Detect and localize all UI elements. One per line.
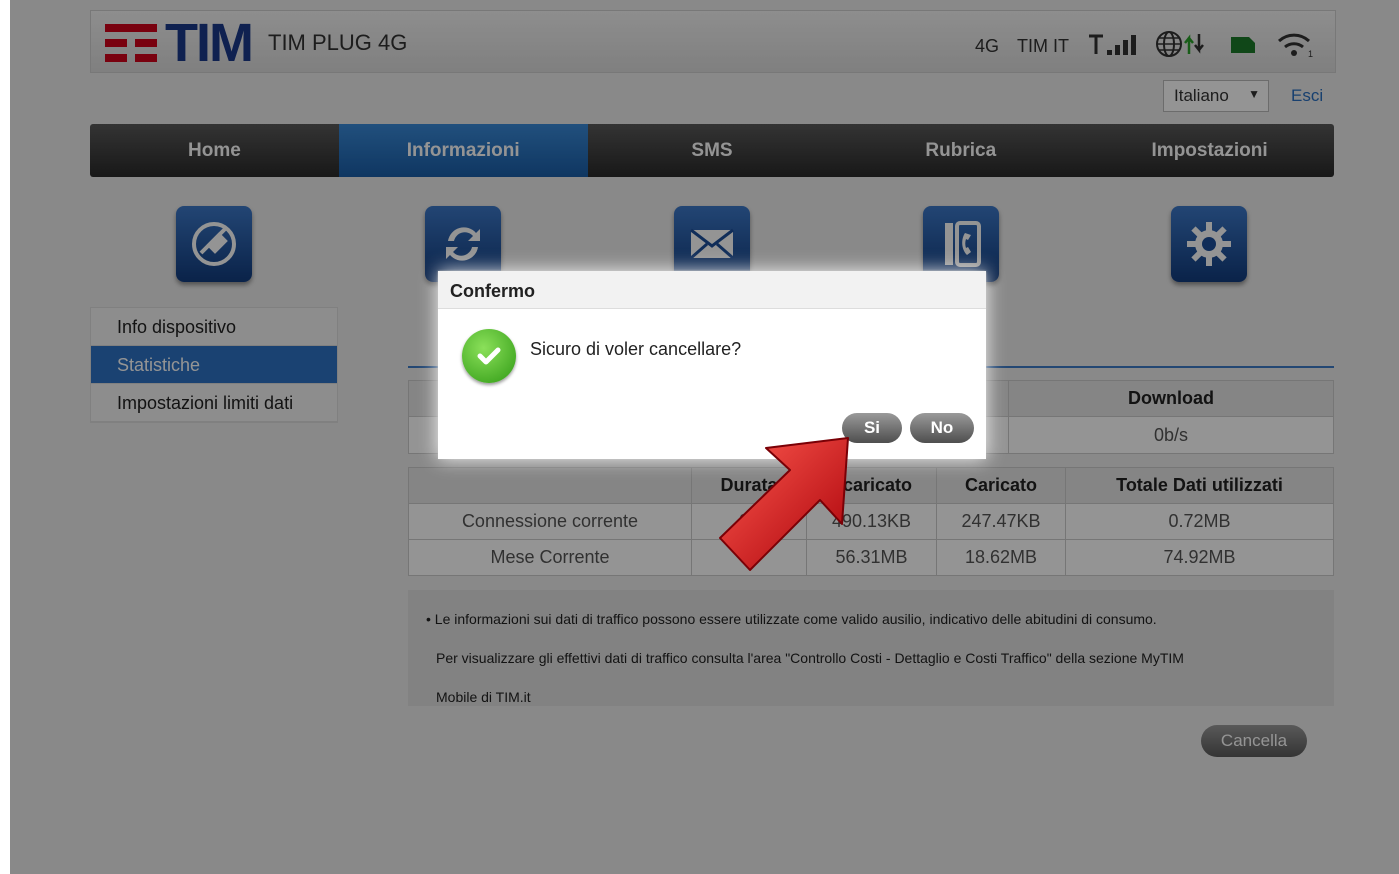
confirm-no-button[interactable]: No: [910, 413, 974, 443]
pointer-arrow-icon: [719, 437, 849, 571]
page: TIM TIM PLUG 4G 4G TIM IT 1 Italiano ▼ E…: [10, 0, 1399, 874]
check-icon: [462, 329, 516, 383]
dialog-message: Sicuro di voler cancellare?: [530, 339, 742, 359]
dialog-title: Confermo: [438, 271, 986, 309]
